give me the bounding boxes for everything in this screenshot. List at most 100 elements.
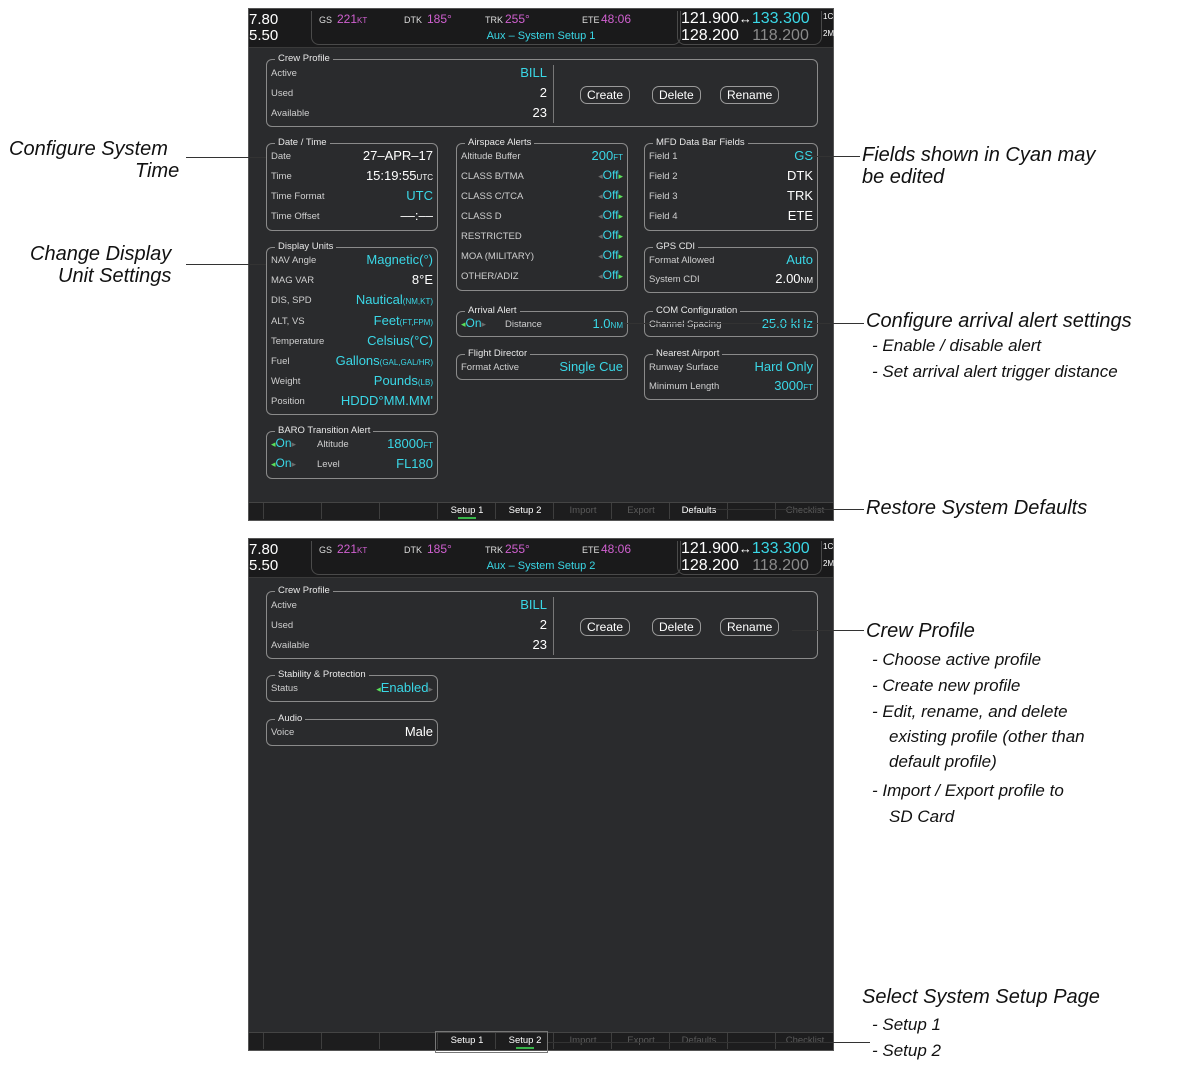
display-unit-value[interactable]: Magnetic(°) bbox=[366, 252, 433, 267]
airspace-alert-row[interactable]: CLASS D ◂Off▸ bbox=[461, 207, 623, 227]
create-button[interactable]: Create bbox=[580, 86, 631, 104]
mfd-field-value[interactable]: ETE bbox=[788, 208, 813, 223]
runway-surface-row[interactable]: Runway Surface Hard Only bbox=[649, 358, 813, 378]
softkey-checklist[interactable]: Checklist bbox=[775, 1033, 834, 1049]
com2-freqs[interactable]: 128.200 118.200 bbox=[681, 27, 809, 45]
airspace-alert-toggle[interactable]: ◂Off▸ bbox=[598, 228, 623, 242]
display-unit-row[interactable]: DIS, SPD Nautical(NM,KT) bbox=[271, 291, 433, 311]
airspace-alert-toggle[interactable]: ◂Off▸ bbox=[598, 188, 623, 202]
mfd-field-label: Field 2 bbox=[649, 171, 678, 182]
annotation-select-title: Select System Setup Page bbox=[862, 986, 1100, 1008]
arrival-alert-row[interactable]: ◂On▸ Distance 1.0NM bbox=[461, 315, 623, 335]
softkey-checklist[interactable]: Checklist bbox=[775, 503, 834, 519]
date-time-value[interactable]: UTC bbox=[406, 188, 433, 203]
display-unit-row[interactable]: NAV Angle Magnetic(°) bbox=[271, 251, 433, 271]
mfd-field-label: Field 3 bbox=[649, 191, 678, 202]
airspace-alert-label: OTHER/ADIZ bbox=[461, 271, 519, 282]
mfd-field-row[interactable]: Field 4 ETE bbox=[649, 207, 813, 227]
gps-format-row[interactable]: Format Allowed Auto bbox=[649, 251, 813, 271]
baro-toggle[interactable]: ◂On▸ bbox=[271, 436, 296, 450]
delete-button[interactable]: Delete bbox=[652, 86, 701, 104]
stability-toggle[interactable]: ◂Enabled▸ bbox=[376, 680, 433, 695]
display-unit-value[interactable]: Celsius(°C) bbox=[367, 333, 433, 348]
mfd-field-row[interactable]: Field 2 DTK bbox=[649, 167, 813, 187]
display-unit-row[interactable]: Fuel Gallons(GAL,GAL/HR) bbox=[271, 352, 433, 372]
voice-row[interactable]: Voice Male bbox=[271, 723, 433, 743]
softkey-export[interactable]: Export bbox=[611, 1033, 670, 1049]
display-unit-row[interactable]: ALT, VS Feet(FT,FPM) bbox=[271, 312, 433, 332]
com2-freqs[interactable]: 128.200 118.200 bbox=[681, 557, 809, 575]
crew-active-row[interactable]: Active BILL bbox=[271, 64, 547, 84]
crew-used-row: Used 2 bbox=[271, 85, 547, 100]
softkey-import[interactable]: Import bbox=[553, 503, 612, 519]
date-time-row: Date 27–APR–17 bbox=[271, 147, 433, 167]
create-button[interactable]: Create bbox=[580, 618, 631, 636]
dtk-label: DTK bbox=[404, 15, 422, 25]
softkey-setup1[interactable]: Setup 1 bbox=[437, 503, 496, 519]
airspace-alert-toggle[interactable]: ◂Off▸ bbox=[598, 208, 623, 222]
leader-line bbox=[712, 509, 864, 510]
minimum-length-row[interactable]: Minimum Length 3000FT bbox=[649, 377, 813, 397]
delete-button[interactable]: Delete bbox=[652, 618, 701, 636]
display-unit-value[interactable]: Nautical(NM,KT) bbox=[356, 292, 433, 307]
baro-alert-row[interactable]: ◂On▸ Level FL180 bbox=[271, 455, 433, 475]
altitude-buffer-row[interactable]: Altitude Buffer 200FT bbox=[461, 147, 623, 167]
airspace-alert-row[interactable]: CLASS B/TMA ◂Off▸ bbox=[461, 167, 623, 187]
display-unit-row[interactable]: Position HDDD°MM.MM' bbox=[271, 392, 433, 412]
display-unit-value-text: Magnetic(°) bbox=[366, 252, 433, 267]
airspace-alert-row[interactable]: MOA (MILITARY) ◂Off▸ bbox=[461, 247, 623, 267]
date-time-row[interactable]: Time Format UTC bbox=[271, 187, 433, 207]
display-unit-value[interactable]: Feet(FT,FPM) bbox=[374, 313, 433, 328]
system-setup-2-screen: 7.80 5.50 GS 221KT DTK 185° TRK 255° ETE… bbox=[248, 538, 834, 1051]
crew-used-row: Used 2 bbox=[271, 617, 547, 632]
com1-active-freq[interactable]: 121.900↔133.300 bbox=[681, 10, 810, 28]
softkey-export[interactable]: Export bbox=[611, 503, 670, 519]
airspace-alert-toggle[interactable]: ◂Off▸ bbox=[598, 248, 623, 262]
mfd-field-row[interactable]: Field 3 TRK bbox=[649, 187, 813, 207]
display-unit-unit: (NM,KT) bbox=[402, 297, 433, 307]
baro-value[interactable]: 18000FT bbox=[387, 436, 433, 451]
rename-button[interactable]: Rename bbox=[720, 86, 780, 104]
crew-available-row: Available 23 bbox=[271, 105, 547, 120]
gs-label: GS bbox=[319, 15, 333, 25]
display-unit-row[interactable]: Temperature Celsius(°C) bbox=[271, 332, 433, 352]
status-bar: 7.80 5.50 GS 221KT DTK 185° TRK 255° ETE… bbox=[249, 9, 834, 48]
airspace-alert-toggle[interactable]: ◂Off▸ bbox=[598, 268, 623, 282]
fd-format-row[interactable]: Format Active Single Cue bbox=[461, 358, 623, 378]
airspace-alert-row[interactable]: CLASS C/TCA ◂Off▸ bbox=[461, 187, 623, 207]
airspace-alert-row[interactable]: RESTRICTED ◂Off▸ bbox=[461, 227, 623, 247]
softkey-import[interactable]: Import bbox=[553, 1033, 612, 1049]
mfd-field-value[interactable]: DTK bbox=[787, 168, 813, 183]
mfd-field-label: Field 1 bbox=[649, 151, 678, 162]
airspace-alert-value: Off bbox=[602, 248, 619, 262]
baro-alert-row[interactable]: ◂On▸ Altitude 18000FT bbox=[271, 435, 433, 455]
arrival-distance-value[interactable]: 1.0NM bbox=[592, 316, 623, 331]
system-setup-1-screen: 7.80 5.50 GS 221KT DTK 185° TRK 255° ETE… bbox=[248, 8, 834, 521]
rename-button[interactable]: Rename bbox=[720, 618, 780, 636]
display-unit-value[interactable]: HDDD°MM.MM' bbox=[341, 393, 433, 408]
mfd-field-row[interactable]: Field 1 GS bbox=[649, 147, 813, 167]
airspace-alert-row[interactable]: OTHER/ADIZ ◂Off▸ bbox=[461, 267, 623, 287]
baro-value[interactable]: FL180 bbox=[396, 456, 433, 471]
crew-active-row[interactable]: Active BILL bbox=[271, 596, 547, 616]
softkey-defaults[interactable]: Defaults bbox=[669, 503, 728, 519]
mfd-field-value[interactable]: TRK bbox=[787, 188, 813, 203]
arrival-toggle[interactable]: ◂On▸ bbox=[461, 316, 486, 330]
channel-spacing-row[interactable]: Channel Spacing 25.0 kHz bbox=[649, 315, 813, 335]
annotation-configure-time-line2: Time bbox=[135, 160, 180, 182]
baro-label: Level bbox=[317, 459, 340, 470]
display-unit-label: DIS, SPD bbox=[271, 295, 312, 307]
softkey-setup2[interactable]: Setup 2 bbox=[495, 503, 554, 519]
date-time-label: Time Offset bbox=[271, 211, 320, 222]
stability-status-row[interactable]: Status ◂Enabled▸ bbox=[271, 679, 433, 699]
display-unit-value[interactable]: Gallons(GAL,GAL/HR) bbox=[336, 353, 433, 368]
baro-toggle[interactable]: ◂On▸ bbox=[271, 456, 296, 470]
display-unit-row[interactable]: Weight Pounds(LB) bbox=[271, 372, 433, 392]
annotation-fields-cyan-line2: be edited bbox=[862, 166, 945, 188]
display-unit-value[interactable]: Pounds(LB) bbox=[374, 373, 433, 388]
com1-active-freq[interactable]: 121.900↔133.300 bbox=[681, 540, 810, 558]
softkey-defaults[interactable]: Defaults bbox=[669, 1033, 728, 1049]
airspace-alert-toggle[interactable]: ◂Off▸ bbox=[598, 168, 623, 182]
audio-box: Audio Voice Male bbox=[266, 713, 438, 746]
display-unit-unit: (FT,FPM) bbox=[399, 317, 433, 327]
